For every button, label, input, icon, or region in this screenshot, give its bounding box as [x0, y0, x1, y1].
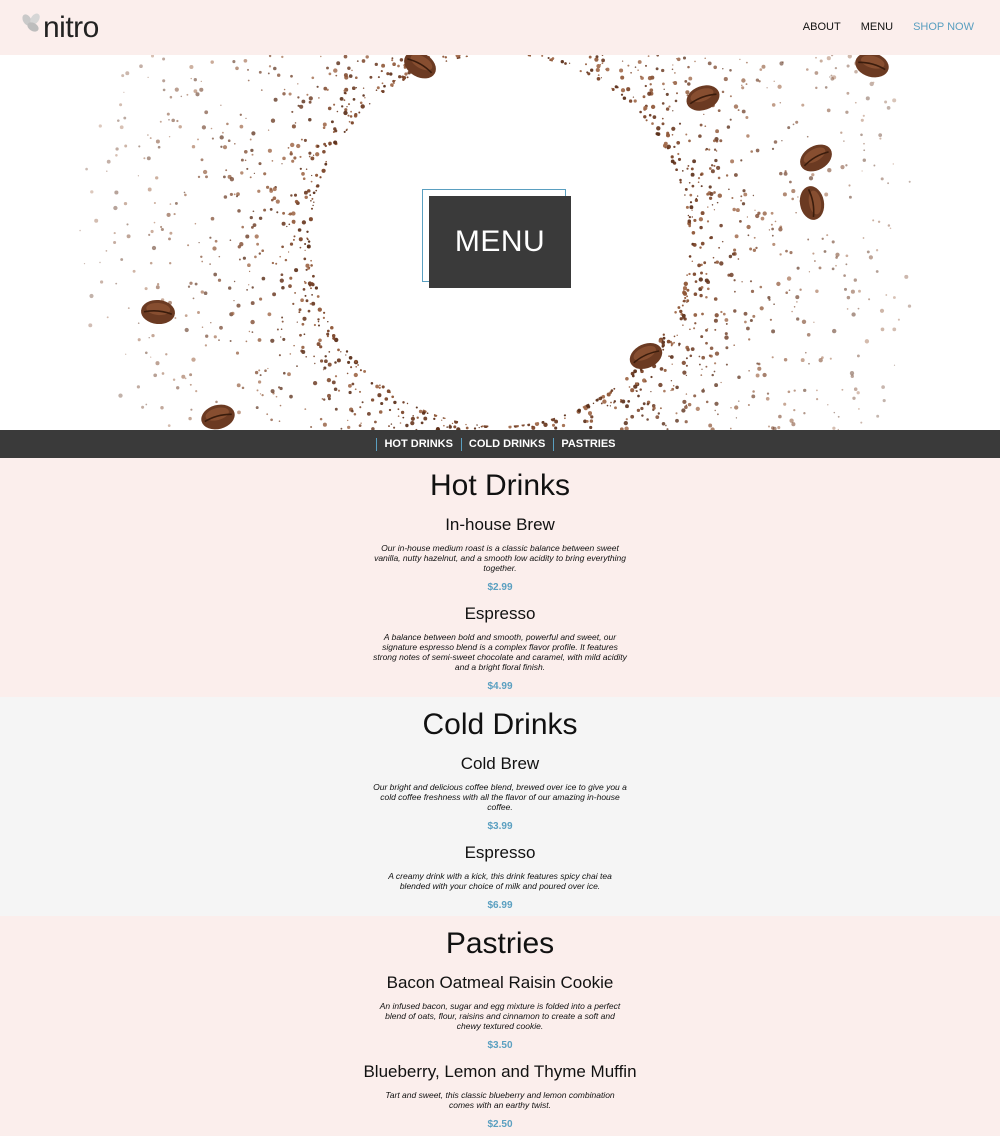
brand-name: nitro — [43, 11, 99, 44]
item-price: $3.50 — [487, 1040, 513, 1051]
site-header: nitro ABOUT MENU SHOP NOW — [0, 0, 1000, 55]
section-cold-drinks: Cold Drinks Cold Brew Our bright and del… — [0, 697, 1000, 916]
item-price: $3.99 — [487, 821, 513, 832]
item-name: Cold Brew — [460, 754, 540, 773]
main-nav: ABOUT MENU SHOP NOW — [783, 21, 974, 33]
nav-about-link[interactable]: ABOUT — [803, 21, 841, 33]
coffee-bean-logo-icon — [22, 13, 40, 32]
item-price: $4.99 — [487, 681, 513, 692]
menu-item: In-house Brew Our in-house medium roast … — [0, 514, 1000, 594]
category-nav: HOT DRINKS COLD DRINKS PASTRIES — [0, 430, 1000, 458]
menu-item: Espresso A balance between bold and smoo… — [0, 603, 1000, 693]
section-title: Cold Drinks — [422, 708, 578, 741]
nav-shop-now-link[interactable]: SHOP NOW — [913, 21, 974, 33]
item-description: A balance between bold and smooth, power… — [373, 632, 627, 672]
item-price: $6.99 — [487, 900, 513, 911]
coffee-bean-icon — [799, 186, 825, 220]
item-price: $2.50 — [487, 1119, 513, 1130]
item-description: Our bright and delicious coffee blend, b… — [373, 782, 627, 812]
category-link-hot-drinks[interactable]: HOT DRINKS — [376, 437, 460, 451]
item-description: A creamy drink with a kick, this drink f… — [388, 871, 612, 891]
menu-item: Blueberry, Lemon and Thyme Muffin Tart a… — [0, 1061, 1000, 1131]
coffee-bean-icon — [855, 55, 889, 78]
item-name: Bacon Oatmeal Raisin Cookie — [386, 973, 614, 992]
section-pastries: Pastries Bacon Oatmeal Raisin Cookie An … — [0, 916, 1000, 1136]
hero-menu-label: MENU — [454, 225, 546, 258]
item-description: Tart and sweet, this classic blueberry a… — [385, 1090, 615, 1110]
category-link-cold-drinks[interactable]: COLD DRINKS — [460, 437, 553, 451]
coffee-bean-icon — [686, 85, 720, 111]
item-name: In-house Brew — [445, 515, 555, 534]
nav-menu-link[interactable]: MENU — [861, 21, 893, 33]
section-hot-drinks: Hot Drinks In-house Brew Our in-house me… — [0, 458, 1000, 697]
item-name: Espresso — [464, 843, 536, 862]
section-title: Pastries — [445, 927, 555, 960]
item-price: $2.99 — [487, 582, 513, 593]
menu-item: Espresso A creamy drink with a kick, thi… — [0, 842, 1000, 912]
menu-item: Cold Brew Our bright and delicious coffe… — [0, 753, 1000, 833]
item-description: Our in-house medium roast is a classic b… — [374, 543, 626, 573]
item-name: Blueberry, Lemon and Thyme Muffin — [363, 1062, 637, 1081]
category-link-pastries[interactable]: PASTRIES — [553, 437, 623, 451]
item-description: An infused bacon, sugar and egg mixture … — [379, 1001, 621, 1031]
item-name: Espresso — [464, 604, 536, 623]
coffee-bean-icon — [201, 404, 235, 430]
hero-banner: MENU — [0, 55, 1000, 430]
section-title: Hot Drinks — [429, 469, 571, 502]
menu-item: Bacon Oatmeal Raisin Cookie An infused b… — [0, 972, 1000, 1052]
hero-menu-box: MENU — [429, 196, 571, 288]
brand-logo[interactable]: nitro — [20, 10, 99, 46]
